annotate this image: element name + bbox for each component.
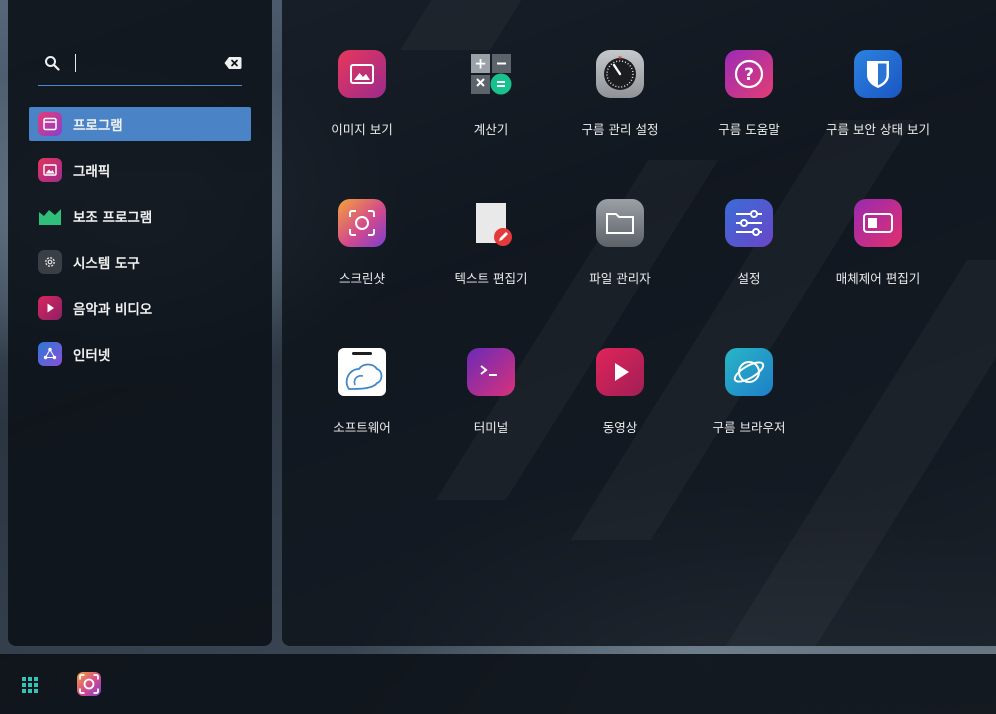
software-icon — [338, 348, 386, 396]
category-label: 시스템 도구 — [73, 256, 140, 272]
sliders-icon — [725, 199, 773, 247]
app-grid-icon[interactable] — [21, 676, 39, 694]
search-input[interactable] — [78, 52, 208, 74]
app-label: 구름 브라우저 — [712, 420, 786, 435]
category-label: 그래픽 — [73, 164, 111, 180]
app-label: 터미널 — [473, 420, 509, 435]
app-label: 구름 도움말 — [718, 122, 780, 137]
app-security-status[interactable]: 구름 보안 상태 보기 — [813, 50, 943, 138]
taskbar — [0, 654, 996, 714]
app-label: 구름 보안 상태 보기 — [826, 122, 930, 137]
chart-area-icon — [38, 204, 62, 228]
category-label: 프로그램 — [73, 118, 123, 134]
category-item-multimedia[interactable]: 음악과 비디오 — [29, 291, 251, 325]
category-label: 음악과 비디오 — [73, 302, 153, 318]
app-cloud-help[interactable]: ? 구름 도움말 — [684, 50, 814, 138]
app-label: 파일 관리자 — [589, 271, 651, 286]
image-icon — [38, 158, 62, 182]
app-cloud-browser[interactable]: 구름 브라우저 — [684, 348, 814, 436]
media-control-icon — [854, 199, 902, 247]
svg-text:?: ? — [744, 65, 754, 85]
app-file-manager[interactable]: 파일 관리자 — [555, 199, 685, 287]
calculator-icon: + — [467, 50, 515, 98]
category-list: 프로그램 그래픽 보조 프로그램 시스템 도구 음악과 비디오 인터넷 — [29, 107, 251, 383]
image-viewer-icon — [338, 50, 386, 98]
application-panel: 이미지 보기 + 계산기 구름 관리 설정 ? 구름 도움말 구름 보안 상태 … — [282, 0, 996, 646]
category-item-internet[interactable]: 인터넷 — [29, 337, 251, 371]
app-label: 동영상 — [602, 420, 638, 435]
app-label: 이미지 보기 — [331, 122, 393, 137]
app-calculator[interactable]: + 계산기 — [426, 50, 556, 138]
clear-icon[interactable] — [224, 56, 242, 70]
category-item-accessories[interactable]: 보조 프로그램 — [29, 199, 251, 233]
app-label: 스크린샷 — [338, 271, 385, 286]
window-icon — [38, 112, 62, 136]
app-label: 텍스트 편집기 — [454, 271, 528, 286]
wallpaper-detail — [400, 0, 534, 50]
app-label: 소프트웨어 — [333, 420, 391, 435]
category-label: 보조 프로그램 — [73, 210, 153, 226]
browser-icon — [725, 348, 773, 396]
category-item-programs[interactable]: 프로그램 — [29, 107, 251, 141]
search-icon — [45, 56, 60, 71]
search-box[interactable] — [38, 46, 242, 86]
app-media-control-editor[interactable]: 매체제어 편집기 — [813, 199, 943, 287]
app-text-editor[interactable]: 텍스트 편집기 — [426, 199, 556, 287]
app-video[interactable]: 동영상 — [555, 348, 685, 436]
category-item-system-tools[interactable]: 시스템 도구 — [29, 245, 251, 279]
play-icon — [38, 296, 62, 320]
category-panel: 프로그램 그래픽 보조 프로그램 시스템 도구 음악과 비디오 인터넷 — [8, 0, 272, 646]
app-settings[interactable]: 설정 — [684, 199, 814, 287]
dial-icon — [596, 50, 644, 98]
svg-text:+: + — [474, 55, 487, 73]
app-software[interactable]: 소프트웨어 — [297, 348, 427, 436]
app-screenshot[interactable]: 스크린샷 — [297, 199, 427, 287]
gear-icon — [38, 250, 62, 274]
app-image-viewer[interactable]: 이미지 보기 — [297, 50, 427, 138]
app-terminal[interactable]: 터미널 — [426, 348, 556, 436]
network-icon — [38, 342, 62, 366]
category-label: 인터넷 — [73, 348, 111, 364]
app-label: 설정 — [737, 271, 761, 286]
folder-icon — [596, 199, 644, 247]
text-editor-icon — [467, 199, 515, 247]
help-icon: ? — [725, 50, 773, 98]
app-label: 매체제어 편집기 — [835, 271, 921, 286]
app-label: 구름 관리 설정 — [581, 122, 659, 137]
shield-icon — [854, 50, 902, 98]
app-label: 계산기 — [473, 122, 509, 137]
app-cloud-settings[interactable]: 구름 관리 설정 — [555, 50, 685, 138]
video-icon — [596, 348, 644, 396]
text-cursor — [75, 54, 76, 72]
screenshot-icon — [338, 199, 386, 247]
terminal-icon — [467, 348, 515, 396]
screenshot-icon[interactable] — [77, 672, 101, 696]
category-item-graphics[interactable]: 그래픽 — [29, 153, 251, 187]
